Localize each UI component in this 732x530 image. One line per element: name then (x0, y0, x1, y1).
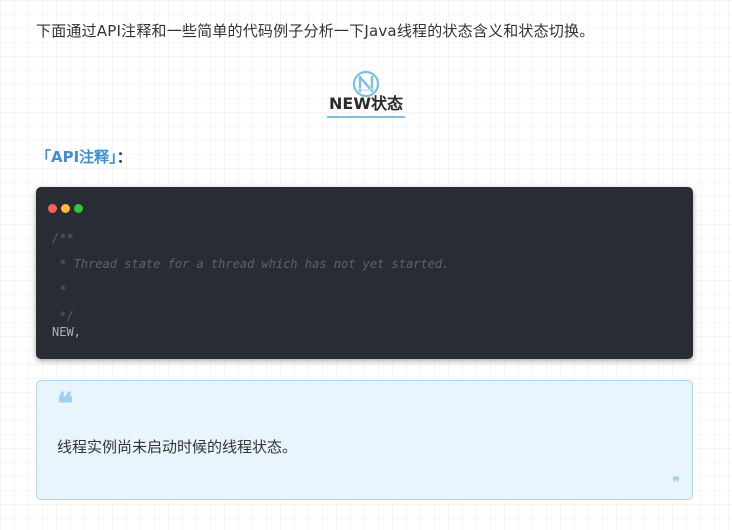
code-line: NEW, (52, 325, 81, 339)
quote-open-icon: ❝ (57, 387, 74, 422)
code-line: /** (52, 231, 74, 245)
quote-box: ❝ 线程实例尚未启动时候的线程状态。 ❞ (36, 380, 693, 500)
quote-text: 线程实例尚未启动时候的线程状态。 (57, 438, 298, 456)
section-heading: NEW状态 (0, 70, 732, 118)
api-annotation-label: 「API注释」： (36, 146, 132, 168)
minimize-dot-icon (61, 204, 70, 213)
article-content: 下面通过API注释和一些简单的代码例子分析一下Java线程的状态含义和状态切换。… (0, 0, 732, 530)
code-line: * Thread state for a thread which has no… (52, 257, 450, 271)
code-block: /** * Thread state for a thread which ha… (36, 187, 693, 359)
quote-close-icon: ❞ (672, 475, 680, 491)
api-annotation-text: 「API注释」 (36, 148, 117, 166)
window-controls (48, 198, 87, 213)
section-title: NEW状态 (327, 94, 405, 118)
maximize-dot-icon (74, 204, 83, 213)
code-lines: /** * Thread state for a thread which ha… (52, 227, 449, 347)
api-annotation-colon: ： (116, 148, 132, 166)
intro-paragraph: 下面通过API注释和一些简单的代码例子分析一下Java线程的状态含义和状态切换。 (36, 22, 595, 40)
code-line: * (52, 283, 67, 297)
close-dot-icon (48, 204, 57, 213)
